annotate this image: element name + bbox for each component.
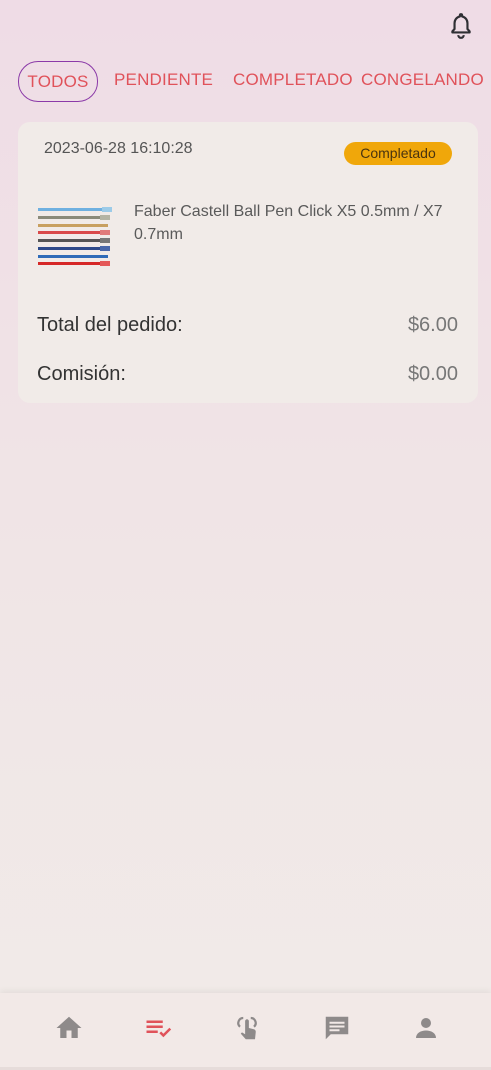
tab-pendiente[interactable]: PENDIENTE [114, 60, 213, 100]
top-bar [0, 0, 491, 56]
order-total-row: Total del pedido: $6.00 [37, 310, 458, 340]
home-icon[interactable] [54, 1013, 84, 1043]
product-image [36, 204, 116, 270]
tab-completado[interactable]: COMPLETADO [233, 60, 353, 100]
tap-icon[interactable] [232, 1013, 262, 1043]
tab-todos[interactable]: TODOS [18, 61, 98, 102]
bell-icon[interactable] [448, 12, 474, 40]
orders-icon[interactable] [144, 1013, 174, 1043]
tab-congelando[interactable]: CONGELANDO [361, 60, 484, 100]
messages-icon[interactable] [322, 1013, 352, 1043]
commission-row: Comisión: $0.00 [37, 359, 458, 389]
order-card[interactable]: 2023-06-28 16:10:28 Completado Faber Cas… [18, 122, 478, 403]
commission-value: $0.00 [407, 363, 458, 385]
status-badge: Completado [344, 142, 452, 165]
order-date: 2023-06-28 16:10:28 [44, 140, 193, 157]
profile-icon[interactable] [411, 1013, 441, 1043]
commission-label: Comisión: [37, 363, 126, 385]
product-name: Faber Castell Ball Pen Click X5 0.5mm / … [134, 203, 443, 243]
order-tabs: TODOS PENDIENTE COMPLETADO CONGELANDO [0, 60, 491, 104]
order-total-label: Total del pedido: [37, 314, 183, 336]
bottom-nav [0, 993, 491, 1067]
order-total-value: $6.00 [407, 314, 458, 336]
